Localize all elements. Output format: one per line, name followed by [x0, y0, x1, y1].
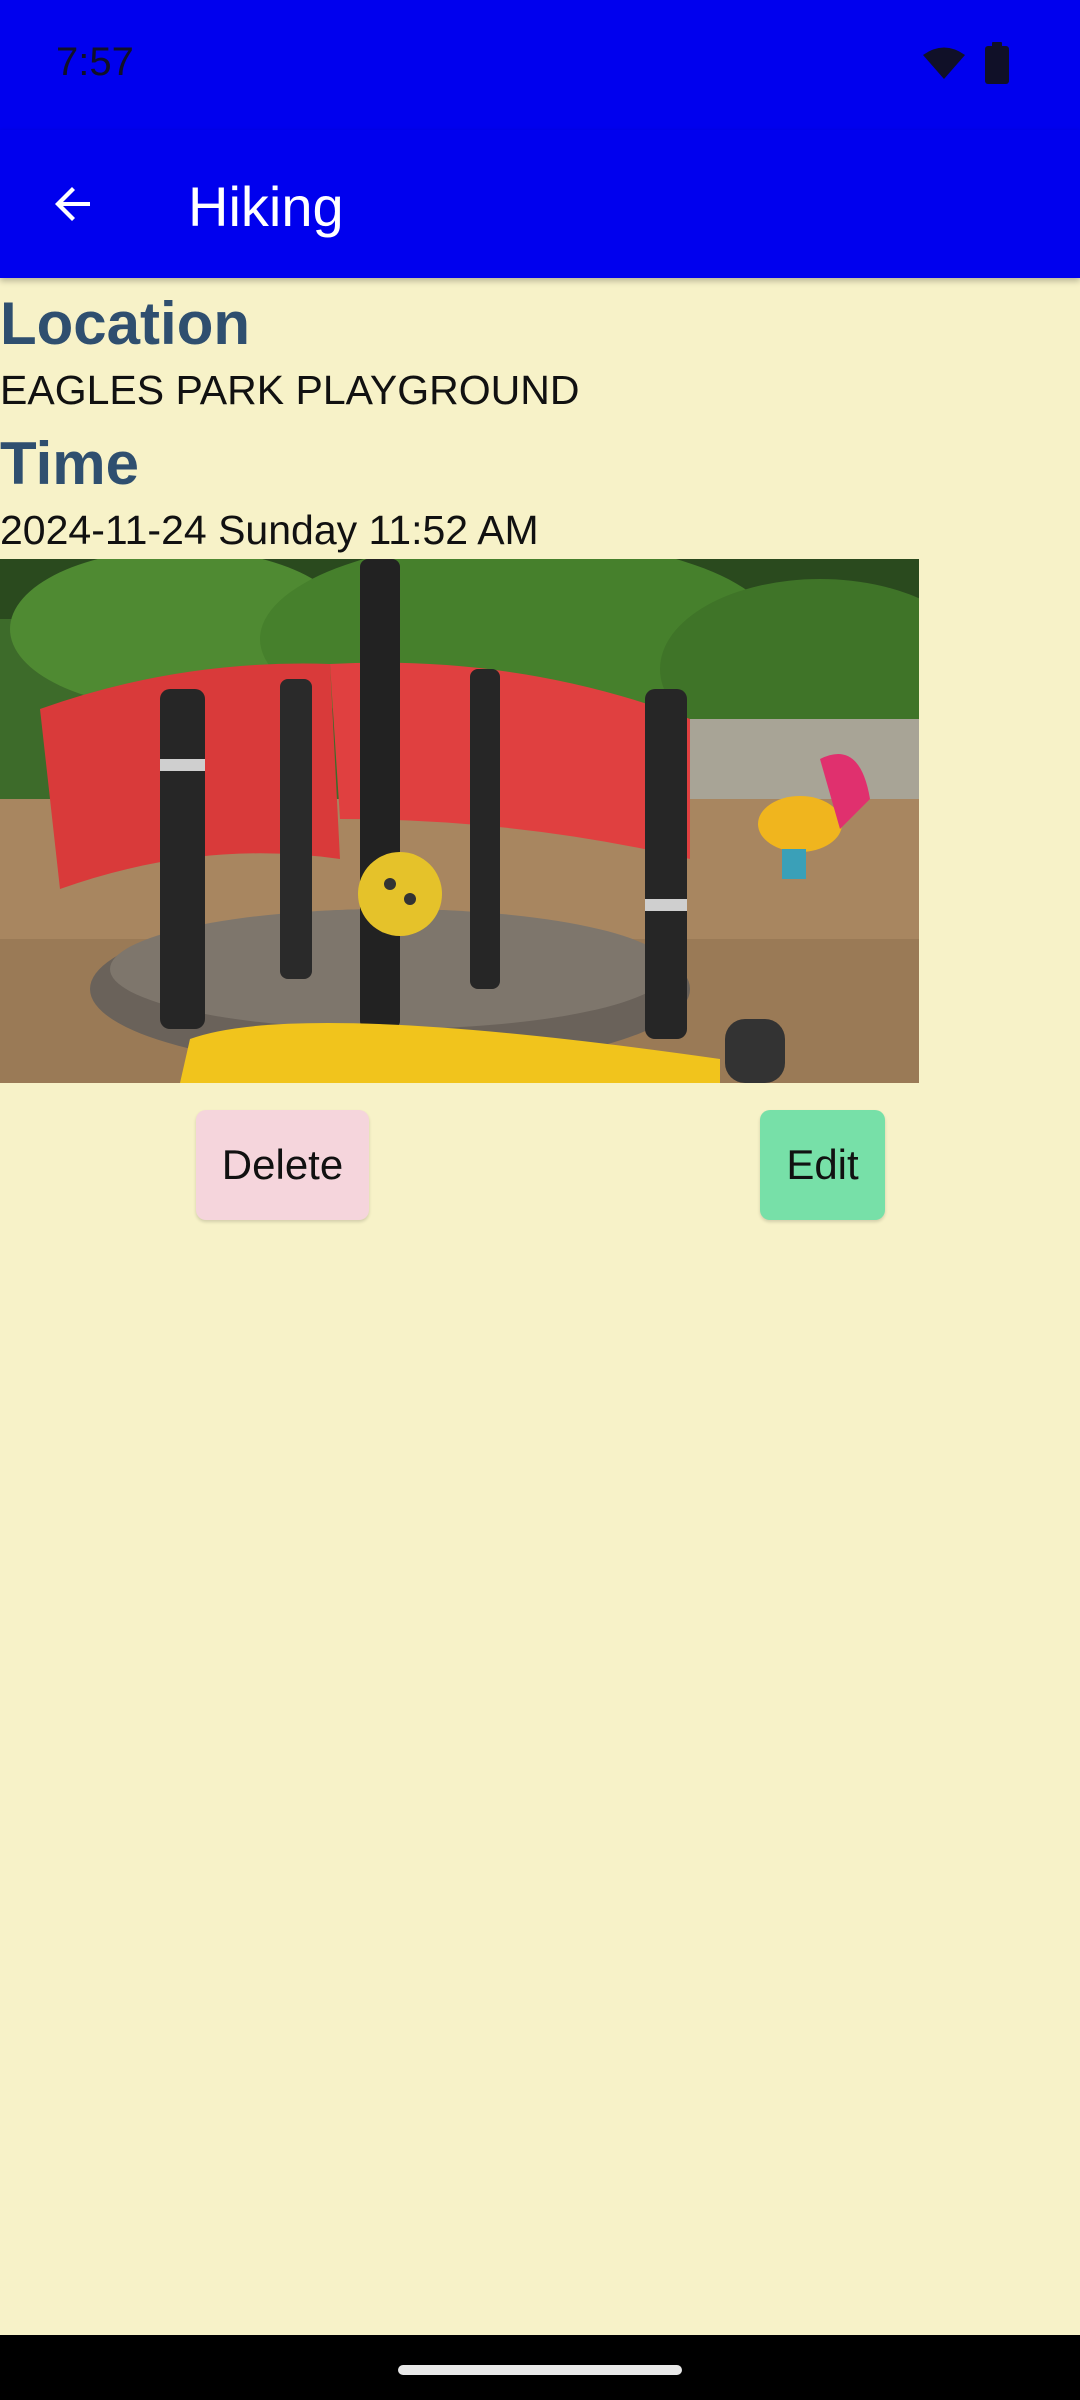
status-time: 7:57 — [56, 40, 134, 84]
page-title: Hiking — [188, 175, 344, 238]
arrow-back-icon — [50, 180, 98, 233]
hike-photo — [0, 559, 919, 1083]
battery-icon — [984, 42, 1010, 89]
time-label: Time — [0, 430, 139, 497]
edit-button[interactable]: Edit — [760, 1110, 885, 1220]
app-bar: Hiking — [0, 130, 1080, 278]
status-bar: 7:57 — [0, 0, 1080, 130]
delete-button[interactable]: Delete — [196, 1110, 369, 1220]
navigation-bar — [0, 2335, 1080, 2400]
wifi-icon — [922, 46, 966, 85]
location-label: Location — [0, 290, 250, 357]
home-gesture-handle[interactable] — [398, 2365, 682, 2375]
location-value: EAGLES PARK PLAYGROUND — [0, 367, 580, 413]
status-icons — [922, 42, 1010, 89]
time-value: 2024-11-24 Sunday 11:52 AM — [0, 507, 539, 553]
back-button[interactable] — [38, 170, 110, 242]
